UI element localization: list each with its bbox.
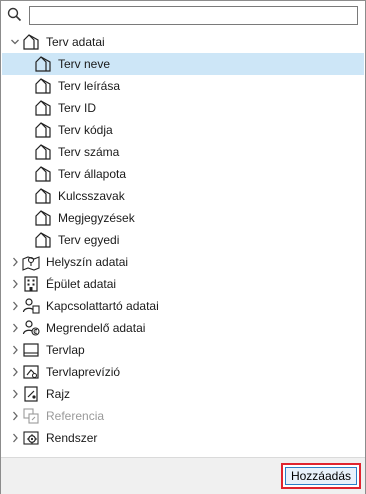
house-icon bbox=[22, 33, 40, 51]
tree-group-2[interactable]: Épület adatai bbox=[2, 273, 364, 295]
tree-item-6[interactable]: Terv állapota bbox=[2, 163, 364, 185]
tree-item-5[interactable]: Terv száma bbox=[2, 141, 364, 163]
tree-group-1[interactable]: Helyszín adatai bbox=[2, 251, 364, 273]
tree-item-label: Megjegyzések bbox=[58, 211, 135, 225]
footer-bar: Hozzáadás bbox=[1, 457, 365, 494]
tree-item-label: Referencia bbox=[46, 409, 105, 423]
tree-item-2[interactable]: Terv leírása bbox=[2, 75, 364, 97]
house-icon bbox=[34, 165, 52, 183]
tree-item-8[interactable]: Megjegyzések bbox=[2, 207, 364, 229]
expand-chevron-icon[interactable] bbox=[10, 410, 20, 422]
tree-item-label: Terv neve bbox=[58, 57, 111, 71]
expand-chevron-icon[interactable] bbox=[10, 366, 20, 378]
tree-item-label: Megrendelő adatai bbox=[46, 321, 146, 335]
tree-item-label: Terv kódja bbox=[58, 123, 113, 137]
expand-chevron-icon[interactable] bbox=[10, 322, 20, 334]
search-input[interactable] bbox=[29, 6, 358, 25]
house-icon bbox=[34, 187, 52, 205]
search-bar bbox=[1, 1, 365, 31]
house-icon bbox=[34, 209, 52, 227]
map-pin-icon bbox=[22, 253, 40, 271]
expand-chevron-icon[interactable] bbox=[10, 432, 20, 444]
tree-item-label: Tervlap bbox=[46, 343, 85, 357]
tree-item-label: Helyszín adatai bbox=[46, 255, 129, 269]
house-icon bbox=[34, 77, 52, 95]
contact-icon bbox=[22, 297, 40, 315]
tree-item-label: Terv egyedi bbox=[58, 233, 120, 247]
house-icon bbox=[34, 99, 52, 117]
tree-group-9[interactable]: Rendszer bbox=[2, 427, 364, 449]
tree-item-label: Kulcsszavak bbox=[58, 189, 125, 203]
tree-item-label: Tervlaprevízió bbox=[46, 365, 121, 379]
tree-group-8[interactable]: Referencia bbox=[2, 405, 364, 427]
tree-item-label: Terv száma bbox=[58, 145, 120, 159]
tree-item-label: Kapcsolattartó adatai bbox=[46, 299, 159, 313]
add-autotext-panel: Terv adatai Terv neve Terv leírása Terv ID T… bbox=[0, 0, 366, 494]
expand-chevron-icon[interactable] bbox=[10, 256, 20, 268]
tree-group-terv-adatai[interactable]: Terv adatai bbox=[2, 31, 364, 53]
tree-item-label: Rajz bbox=[46, 387, 71, 401]
expand-chevron-icon[interactable] bbox=[10, 344, 20, 356]
client-icon bbox=[22, 319, 40, 337]
add-button[interactable]: Hozzáadás bbox=[285, 467, 357, 485]
tree-group-6[interactable]: Tervlaprevízió bbox=[2, 361, 364, 383]
tree-item-label: Terv leírása bbox=[58, 79, 121, 93]
sheet-revision-icon bbox=[22, 363, 40, 381]
house-icon bbox=[34, 231, 52, 249]
tree-group-5[interactable]: Tervlap bbox=[2, 339, 364, 361]
reference-icon bbox=[22, 407, 40, 425]
expand-chevron-icon[interactable] bbox=[10, 36, 20, 48]
expand-chevron-icon[interactable] bbox=[10, 300, 20, 312]
house-icon bbox=[34, 55, 52, 73]
building-icon bbox=[22, 275, 40, 293]
tree-group-4[interactable]: Megrendelő adatai bbox=[2, 317, 364, 339]
tree-group-3[interactable]: Kapcsolattartó adatai bbox=[2, 295, 364, 317]
tree-item-label: Terv adatai bbox=[46, 35, 105, 49]
drawing-icon bbox=[22, 385, 40, 403]
tree-item-3[interactable]: Terv ID bbox=[2, 97, 364, 119]
layout-sheet-icon bbox=[22, 341, 40, 359]
tree-item-1[interactable]: Terv neve bbox=[2, 53, 364, 75]
tree-item-label: Rendszer bbox=[46, 431, 98, 445]
tree-item-9[interactable]: Terv egyedi bbox=[2, 229, 364, 251]
house-icon bbox=[34, 121, 52, 139]
tree-item-7[interactable]: Kulcsszavak bbox=[2, 185, 364, 207]
expand-chevron-icon[interactable] bbox=[10, 278, 20, 290]
tree-group-7[interactable]: Rajz bbox=[2, 383, 364, 405]
expand-chevron-icon[interactable] bbox=[10, 388, 20, 400]
search-icon bbox=[6, 6, 24, 24]
tree-item-label: Terv állapota bbox=[58, 167, 127, 181]
tree-item-4[interactable]: Terv kódja bbox=[2, 119, 364, 141]
system-gear-icon bbox=[22, 429, 40, 447]
house-icon bbox=[34, 143, 52, 161]
add-button-highlight[interactable]: Hozzáadás bbox=[281, 463, 361, 489]
tree-item-label: Terv ID bbox=[58, 101, 97, 115]
tree-item-label: Épület adatai bbox=[46, 277, 117, 291]
